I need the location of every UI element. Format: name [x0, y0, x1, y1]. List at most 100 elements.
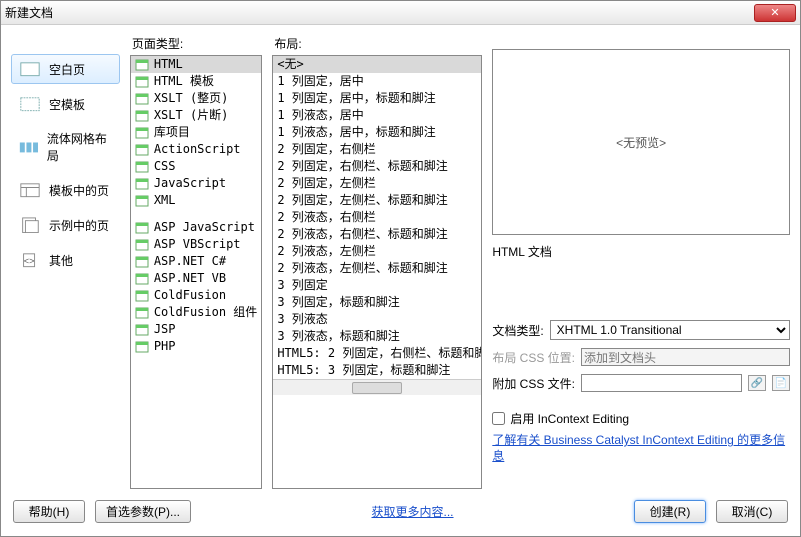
category-item-other[interactable]: <>其他	[11, 245, 120, 275]
file-icon	[135, 239, 149, 251]
layout-item[interactable]: 2 列固定，右侧栏	[273, 141, 481, 158]
doctype-select[interactable]: XHTML 1.0 Transitional	[550, 320, 790, 340]
file-icon	[135, 144, 149, 156]
layout-item[interactable]: 2 列固定，右侧栏、标题和脚注	[273, 158, 481, 175]
category-label: 示例中的页	[49, 217, 109, 234]
category-item-fluid-grid[interactable]: 流体网格布局	[11, 124, 120, 170]
page-type-item[interactable]: JavaScript	[131, 175, 261, 192]
page-type-item[interactable]: XSLT (整页)	[131, 90, 261, 107]
layout-label: 1 列液态，居中，标题和脚注	[277, 125, 435, 140]
template-blank-icon	[19, 95, 41, 113]
layout-item[interactable]: 1 列液态，居中	[273, 107, 481, 124]
page-type-label: JavaScript	[154, 176, 226, 191]
page-type-label: ASP JavaScript	[154, 220, 255, 235]
page-type-item[interactable]: JSP	[131, 321, 261, 338]
layout-item[interactable]: 2 列液态，右侧栏、标题和脚注	[273, 226, 481, 243]
page-blank-icon	[19, 60, 41, 78]
category-label: 模板中的页	[49, 182, 109, 199]
layout-label: 3 列液态	[277, 312, 327, 327]
enable-ice-checkbox[interactable]	[492, 412, 505, 425]
page-type-label: ActionScript	[154, 142, 241, 157]
page-type-item[interactable]: ASP VBScript	[131, 236, 261, 253]
layout-item[interactable]: 3 列固定	[273, 277, 481, 294]
file-icon	[135, 290, 149, 302]
close-button[interactable]: ✕	[754, 4, 796, 22]
file-icon	[135, 273, 149, 285]
layout-label: 2 列固定，右侧栏、标题和脚注	[277, 159, 447, 174]
layout-label: 2 列液态，右侧栏	[277, 210, 375, 225]
page-type-item[interactable]: ColdFusion 组件	[131, 304, 261, 321]
layout-label: 3 列固定，标题和脚注	[277, 295, 399, 310]
prefs-button[interactable]: 首选参数(P)...	[95, 500, 191, 523]
layout-item[interactable]: 3 列液态，标题和脚注	[273, 328, 481, 345]
page-type-list[interactable]: HTMLHTML 模板XSLT (整页)XSLT (片断) 库项目 ActionSc…	[130, 55, 262, 489]
category-item-template-blank[interactable]: 空模板	[11, 89, 120, 119]
file-icon	[135, 59, 149, 71]
file-icon	[135, 93, 149, 105]
page-type-item[interactable]: PHP	[131, 338, 261, 355]
page-type-item[interactable]: XSLT (片断)	[131, 107, 261, 124]
right-panel: <无预览> HTML 文档 文档类型: XHTML 1.0 Transition…	[492, 33, 790, 489]
layout-label: 3 列液态，标题和脚注	[277, 329, 399, 344]
layout-item[interactable]: 2 列固定，左侧栏、标题和脚注	[273, 192, 481, 209]
page-type-item[interactable]: ColdFusion	[131, 287, 261, 304]
page-type-item[interactable]: HTML 模板	[131, 73, 261, 90]
ice-info-link[interactable]: 了解有关 Business Catalyst InContext Editing…	[492, 433, 790, 464]
page-from-template-icon	[19, 181, 41, 199]
file-icon	[135, 256, 149, 268]
layout-label: 2 列固定，左侧栏、标题和脚注	[277, 193, 447, 208]
page-type-label: ASP.NET VB	[154, 271, 226, 286]
cancel-button[interactable]: 取消(C)	[716, 500, 788, 523]
layout-item[interactable]: 2 列固定，左侧栏	[273, 175, 481, 192]
layout-item[interactable]: 2 列液态，右侧栏	[273, 209, 481, 226]
page-type-item[interactable]: ASP JavaScript	[131, 219, 261, 236]
category-column: 空白页空模板流体网格布局模板中的页示例中的页 <>其他	[11, 33, 120, 489]
layout-item[interactable]: 2 列液态，左侧栏	[273, 243, 481, 260]
layout-item[interactable]: HTML5: 2 列固定，右侧栏、标题和脚注	[273, 345, 481, 362]
layout-item[interactable]: <无>	[273, 56, 481, 73]
link-css-button[interactable]: 🔗	[748, 375, 766, 391]
page-type-item[interactable]: CSS	[131, 158, 261, 175]
page-type-item[interactable]: XML	[131, 192, 261, 209]
category-item-page-from-template[interactable]: 模板中的页	[11, 175, 120, 205]
attach-css-field[interactable]	[581, 374, 742, 392]
category-label: 流体网格布局	[47, 130, 112, 164]
layout-item[interactable]: HTML5: 3 列固定，标题和脚注	[273, 362, 481, 379]
page-type-label: ColdFusion 组件	[154, 305, 257, 320]
file-icon	[135, 341, 149, 353]
page-type-item[interactable]: ActionScript	[131, 141, 261, 158]
dialog-footer: 帮助(H) 首选参数(P)... 获取更多内容... 创建(R) 取消(C)	[1, 493, 800, 529]
page-type-item[interactable]: 库项目	[131, 124, 261, 141]
file-icon	[135, 307, 149, 319]
page-type-label: XSLT (片断)	[154, 108, 229, 123]
file-icon	[135, 222, 149, 234]
page-type-item[interactable]: ASP.NET C#	[131, 253, 261, 270]
layout-item[interactable]: 1 列固定，居中，标题和脚注	[273, 90, 481, 107]
browse-css-button[interactable]: 📄	[772, 375, 790, 391]
file-icon	[135, 110, 149, 122]
layout-item[interactable]: 1 列固定，居中	[273, 73, 481, 90]
page-type-column: 页面类型: HTMLHTML 模板XSLT (整页)XSLT (片断) 库项目 Ac…	[130, 33, 262, 489]
layout-label: 1 列固定，居中，标题和脚注	[277, 91, 435, 106]
layout-item[interactable]: 3 列固定，标题和脚注	[273, 294, 481, 311]
layout-header: 布局:	[272, 33, 482, 55]
layout-item[interactable]: 2 列液态，左侧栏、标题和脚注	[273, 260, 481, 277]
page-type-header: 页面类型:	[130, 33, 262, 55]
preview-box: <无预览>	[492, 49, 790, 235]
layout-item[interactable]: 3 列液态	[273, 311, 481, 328]
create-button[interactable]: 创建(R)	[634, 500, 706, 523]
page-type-item[interactable]: HTML	[131, 56, 261, 73]
help-button[interactable]: 帮助(H)	[13, 500, 85, 523]
category-item-page-blank[interactable]: 空白页	[11, 54, 120, 84]
get-more-link[interactable]: 获取更多内容...	[372, 503, 454, 520]
layout-css-label: 布局 CSS 位置:	[492, 349, 575, 366]
layout-list[interactable]: <无>1 列固定，居中1 列固定，居中，标题和脚注 1 列液态，居中 1 列液态，居…	[272, 55, 482, 489]
category-label: 其他	[49, 252, 73, 269]
page-type-item[interactable]: ASP.NET VB	[131, 270, 261, 287]
layout-label: 1 列液态，居中	[277, 108, 363, 123]
layout-label: 2 列固定，右侧栏	[277, 142, 375, 157]
layout-horizontal-scrollbar[interactable]	[273, 379, 481, 395]
page-type-label: 库项目	[154, 125, 190, 140]
category-item-page-from-sample[interactable]: 示例中的页	[11, 210, 120, 240]
layout-item[interactable]: 1 列液态，居中，标题和脚注	[273, 124, 481, 141]
